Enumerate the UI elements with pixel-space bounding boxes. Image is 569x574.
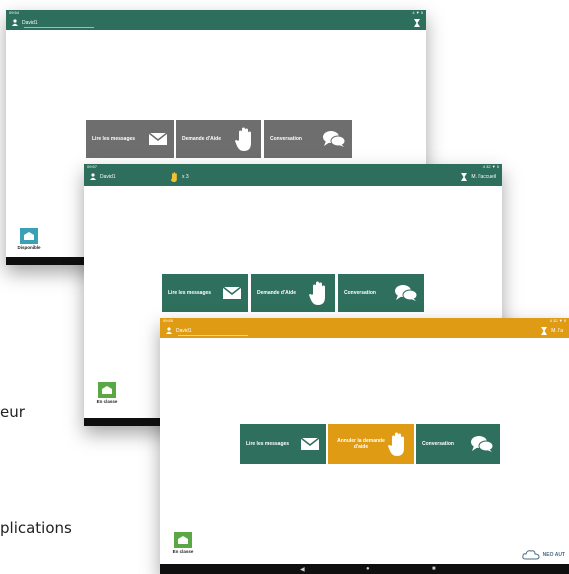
- conversation-button[interactable]: Conversation: [264, 120, 352, 158]
- user-info[interactable]: David1: [12, 19, 38, 26]
- status-label: Disponible: [17, 245, 41, 250]
- envelope-icon: [148, 132, 168, 145]
- tablet-screen-3: 09:55 4 32 ▼ 5 David1 M. l'a Lire les me…: [160, 318, 569, 574]
- hand-icon: [388, 432, 404, 456]
- status-time: 09:55: [163, 318, 174, 323]
- conversation-button[interactable]: Conversation: [416, 424, 500, 464]
- help-counter: x 3: [170, 172, 189, 182]
- tile-label: Lire les messages: [246, 441, 290, 447]
- help-count: x 3: [182, 174, 189, 180]
- logo-text: NEO AUT: [542, 552, 565, 558]
- hand-icon: [235, 127, 251, 151]
- envelope-icon: [222, 286, 242, 299]
- help-request-button[interactable]: Demande d'Aide: [251, 274, 335, 312]
- status-label: En classe: [172, 549, 194, 554]
- teacher-name: M. l'a: [551, 328, 563, 334]
- status-dock-icon: [98, 382, 116, 398]
- envelope-icon: [300, 437, 320, 450]
- user-name: David1: [176, 327, 192, 334]
- availability-status[interactable]: En classe: [92, 382, 122, 404]
- app-header: David1: [6, 16, 426, 30]
- side-text-line2: plications: [0, 519, 72, 537]
- user-name: David1: [100, 173, 116, 180]
- tile-label: Lire les messages: [168, 290, 212, 296]
- tile-label: Conversation: [270, 136, 302, 142]
- hourglass-icon[interactable]: [541, 327, 548, 335]
- app-header: David1 x 3 M. l'accueil: [84, 170, 502, 186]
- tile-label: Demande d'Aide: [257, 290, 296, 296]
- recents-nav-icon[interactable]: ■: [432, 566, 436, 572]
- chat-icon: [323, 131, 346, 147]
- tile-label: Conversation: [344, 290, 376, 296]
- conversation-button[interactable]: Conversation: [338, 274, 424, 312]
- tile-label: Annuler la demande d'aide: [337, 438, 385, 450]
- read-messages-button[interactable]: Lire les messages: [162, 274, 248, 312]
- status-label: En classe: [96, 399, 118, 404]
- read-messages-button[interactable]: Lire les messages: [240, 424, 326, 464]
- teacher-name: M. l'accueil: [471, 174, 496, 180]
- status-icons: 4 ▼ 5: [412, 10, 423, 15]
- help-request-button[interactable]: Demande d'Aide: [176, 120, 261, 158]
- chat-icon: [395, 285, 418, 301]
- android-nav-bar: ◀ ● ■: [160, 564, 569, 574]
- user-info[interactable]: David1: [90, 173, 116, 180]
- cloud-logo-icon: [521, 550, 540, 560]
- school-icon: [24, 232, 34, 240]
- app-header: David1 M. l'a: [160, 324, 569, 338]
- tile-label: Lire les messages: [92, 136, 136, 142]
- status-dock-icon: [20, 228, 38, 244]
- availability-status[interactable]: En classe: [168, 532, 198, 554]
- cancel-help-request-button[interactable]: Annuler la demande d'aide: [328, 424, 414, 464]
- hourglass-icon[interactable]: [461, 173, 468, 181]
- home-nav-icon[interactable]: ●: [366, 566, 370, 572]
- user-underline: [24, 27, 94, 28]
- back-nav-icon[interactable]: ◀: [300, 566, 305, 573]
- header-right: M. l'a: [541, 327, 563, 335]
- user-icon: [12, 19, 18, 26]
- tile-label: Conversation: [422, 441, 454, 447]
- availability-status[interactable]: Disponible: [14, 228, 44, 250]
- neo-logo: NEO AUT: [521, 550, 565, 560]
- school-icon: [178, 536, 188, 544]
- status-time: 09:57: [87, 164, 98, 169]
- status-icons: 4 32 ▼ 5: [549, 318, 566, 323]
- user-underline: [178, 335, 248, 336]
- header-right: [414, 19, 420, 27]
- raised-hand-icon: [171, 172, 177, 182]
- status-dock-icon: [174, 532, 192, 548]
- hourglass-icon[interactable]: [414, 19, 420, 27]
- user-icon: [90, 173, 96, 180]
- chat-icon: [471, 436, 494, 452]
- tile-label: Demande d'Aide: [182, 136, 221, 142]
- side-text-line1: eur: [0, 403, 25, 421]
- status-icons: 4 32 ▼ 5: [482, 164, 499, 169]
- status-time: 09:54: [9, 10, 20, 15]
- school-icon: [102, 386, 112, 394]
- user-icon: [166, 327, 172, 334]
- hand-icon: [309, 281, 325, 305]
- user-name: David1: [22, 19, 38, 26]
- user-info[interactable]: David1: [166, 327, 192, 334]
- read-messages-button[interactable]: Lire les messages: [86, 120, 174, 158]
- header-right: M. l'accueil: [461, 173, 496, 181]
